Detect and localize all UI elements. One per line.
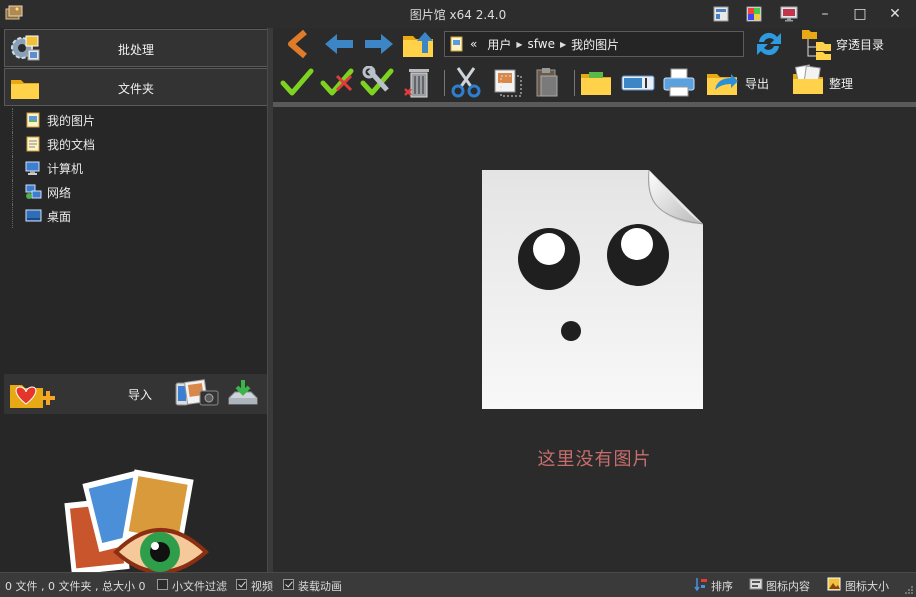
layout-icon[interactable] bbox=[711, 4, 731, 24]
network-icon bbox=[25, 184, 42, 199]
icon-size-label[interactable]: 图标大小 bbox=[845, 578, 889, 594]
folder-button[interactable]: 文件夹 bbox=[4, 68, 268, 106]
forward-arrow-icon[interactable] bbox=[361, 28, 397, 60]
folder-label: 文件夹 bbox=[117, 82, 154, 96]
address-segment[interactable]: 我的图片 bbox=[571, 36, 619, 53]
batch-process-label: 批处理 bbox=[117, 43, 154, 57]
export-label[interactable]: 导出 bbox=[745, 75, 769, 92]
back-orange-icon[interactable] bbox=[281, 28, 317, 60]
delete-trash-icon[interactable] bbox=[401, 66, 437, 98]
folder-tree: 我的图片 我的文档 计算机 网络 桌面 bbox=[0, 108, 268, 228]
check-all-icon[interactable] bbox=[279, 66, 315, 98]
tree-item-documents[interactable]: 我的文档 bbox=[0, 132, 268, 156]
print-icon[interactable] bbox=[661, 66, 697, 98]
documents-folder-icon bbox=[26, 136, 40, 152]
computer-icon bbox=[25, 161, 40, 175]
organize-icon[interactable] bbox=[791, 64, 827, 96]
import-label: 导入 bbox=[128, 388, 153, 402]
penetrate-folders-label[interactable]: 穿透目录 bbox=[836, 36, 884, 53]
address-bar[interactable]: « 用户 ▶ sfwe ▶ 我的图片 bbox=[444, 31, 744, 57]
import-bar: 导入 bbox=[4, 374, 268, 414]
export-icon[interactable] bbox=[705, 66, 741, 98]
tree-item-label: 网络 bbox=[47, 186, 72, 200]
sort-label[interactable]: 排序 bbox=[711, 578, 733, 594]
close-button[interactable]: ✕ bbox=[878, 0, 912, 28]
icon-content-icon[interactable] bbox=[749, 577, 763, 591]
video-checkbox[interactable] bbox=[236, 579, 247, 590]
empty-message: 这里没有图片 bbox=[537, 449, 652, 470]
address-segment[interactable]: sfwe bbox=[528, 37, 555, 51]
tree-item-label: 我的图片 bbox=[47, 114, 96, 128]
back-arrow-icon[interactable] bbox=[321, 28, 357, 60]
tree-item-pictures[interactable]: 我的图片 bbox=[0, 108, 268, 132]
minimize-button[interactable]: – bbox=[808, 0, 842, 28]
address-segment[interactable]: 用户 bbox=[487, 36, 511, 53]
toolbar-separator bbox=[444, 70, 445, 96]
sidebar: 批处理 文件夹 我的图片 我的文档 计算机 网络 桌面 导入 bbox=[0, 28, 270, 574]
tree-item-label: 计算机 bbox=[47, 162, 84, 176]
desktop-icon bbox=[25, 209, 42, 222]
status-summary: 0 文件 , 0 文件夹 , 总大小 0 bbox=[5, 580, 146, 593]
folder-tree-icon[interactable] bbox=[800, 28, 836, 60]
small-file-filter-checkbox[interactable] bbox=[157, 579, 168, 590]
import-drive-icon[interactable] bbox=[225, 378, 261, 410]
paste-icon[interactable] bbox=[529, 66, 565, 98]
icon-size-icon[interactable] bbox=[827, 577, 841, 591]
toolbar-separator bbox=[574, 70, 575, 96]
sort-icon[interactable] bbox=[694, 577, 708, 591]
uncheck-icon[interactable] bbox=[319, 66, 355, 98]
maximize-button[interactable]: □ bbox=[843, 0, 877, 28]
address-separator-icon[interactable]: ▶ bbox=[516, 40, 522, 49]
icon-content-label[interactable]: 图标内容 bbox=[766, 578, 810, 594]
parent-folder-icon[interactable] bbox=[401, 28, 437, 60]
app-logo-photos-eye bbox=[64, 469, 209, 574]
cut-scissors-icon[interactable] bbox=[448, 66, 484, 98]
load-animation-checkbox[interactable] bbox=[283, 579, 294, 590]
move-to-folder-icon[interactable] bbox=[579, 66, 615, 98]
toolbar: « 用户 ▶ sfwe ▶ 我的图片 穿透目录 导出 整理 bbox=[273, 28, 916, 102]
tree-item-computer[interactable]: 计算机 bbox=[0, 156, 268, 180]
address-separator-icon[interactable]: ▶ bbox=[560, 40, 566, 49]
tree-item-label: 桌面 bbox=[47, 210, 72, 224]
batch-process-button[interactable]: 批处理 bbox=[4, 29, 268, 67]
import-devices-icon[interactable] bbox=[174, 377, 220, 411]
load-animation-label[interactable]: 装载动画 bbox=[298, 578, 342, 594]
address-overflow[interactable]: « bbox=[470, 37, 477, 51]
empty-page-face-icon bbox=[482, 169, 704, 409]
pictures-folder-icon bbox=[450, 36, 463, 52]
rename-icon[interactable] bbox=[620, 66, 656, 98]
tree-item-network[interactable]: 网络 bbox=[0, 180, 268, 204]
organize-label[interactable]: 整理 bbox=[829, 75, 853, 92]
thumbnail-area[interactable]: 这里没有图片 bbox=[273, 107, 916, 572]
status-bar: 0 文件 , 0 文件夹 , 总大小 0 小文件过滤 视频 装载动画 排序 图标… bbox=[0, 572, 916, 597]
monitor-icon[interactable] bbox=[779, 4, 799, 24]
resize-grip-icon[interactable] bbox=[904, 585, 914, 595]
palette-icon[interactable] bbox=[744, 4, 764, 24]
small-file-filter-label[interactable]: 小文件过滤 bbox=[172, 578, 227, 594]
title-bar: 图片馆 x64 2.4.0 – □ ✕ bbox=[0, 0, 916, 28]
tree-item-label: 我的文档 bbox=[47, 138, 96, 152]
refresh-icon[interactable] bbox=[751, 28, 787, 60]
favorite-add-icon[interactable] bbox=[8, 377, 58, 411]
tools-icon[interactable] bbox=[359, 66, 395, 98]
tree-item-desktop[interactable]: 桌面 bbox=[0, 204, 268, 228]
pictures-folder-icon bbox=[26, 112, 40, 128]
video-label[interactable]: 视频 bbox=[251, 578, 273, 594]
copy-image-icon[interactable] bbox=[489, 66, 525, 98]
